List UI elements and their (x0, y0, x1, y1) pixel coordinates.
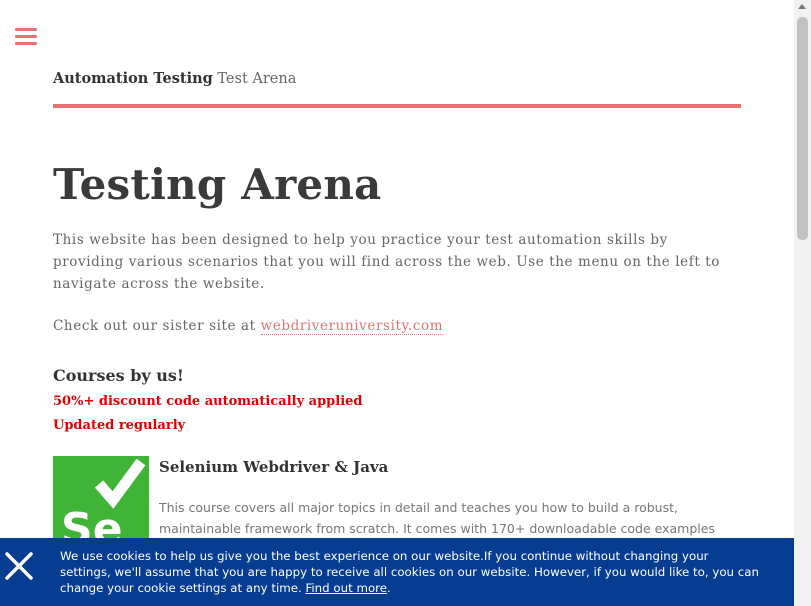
course-title[interactable]: Selenium Webdriver & Java (159, 458, 388, 476)
page-title: Testing Arena (53, 160, 382, 209)
site-brand[interactable]: Automation Testing (53, 70, 213, 87)
close-icon[interactable] (4, 550, 34, 580)
cookie-message: We use cookies to help us give you the b… (60, 548, 760, 596)
hamburger-menu-icon[interactable] (15, 28, 37, 46)
cookie-message-text: We use cookies to help us give you the b… (60, 549, 759, 595)
cookie-banner: We use cookies to help us give you the b… (0, 538, 794, 606)
hamburger-line (15, 35, 37, 38)
checkmark-icon (94, 458, 146, 509)
site-tagline: Test Arena (217, 71, 297, 87)
cookie-message-suffix: . (387, 581, 391, 595)
intro-paragraph: This website has been designed to help y… (53, 232, 720, 292)
close-icon-graphic (5, 552, 33, 580)
sister-site-text: Check out our sister site at webdriverun… (53, 315, 444, 337)
header-divider (53, 104, 741, 108)
scroll-up-arrow-icon[interactable] (798, 4, 806, 9)
sister-site-prefix: Check out our sister site at (53, 318, 261, 334)
page-scrollbar[interactable] (794, 0, 811, 606)
update-notice: Updated regularly (53, 418, 186, 433)
hamburger-line (15, 42, 37, 45)
find-out-more-link[interactable]: Find out more (305, 581, 387, 595)
discount-notice: 50%+ discount code automatically applied (53, 394, 363, 409)
sister-site-link[interactable]: webdriveruniversity.com (260, 318, 444, 335)
courses-heading: Courses by us! (53, 366, 184, 385)
site-title[interactable]: Automation Testing Test Arena (53, 70, 296, 87)
scrollbar-thumb[interactable] (797, 17, 808, 240)
hamburger-line (15, 28, 37, 31)
